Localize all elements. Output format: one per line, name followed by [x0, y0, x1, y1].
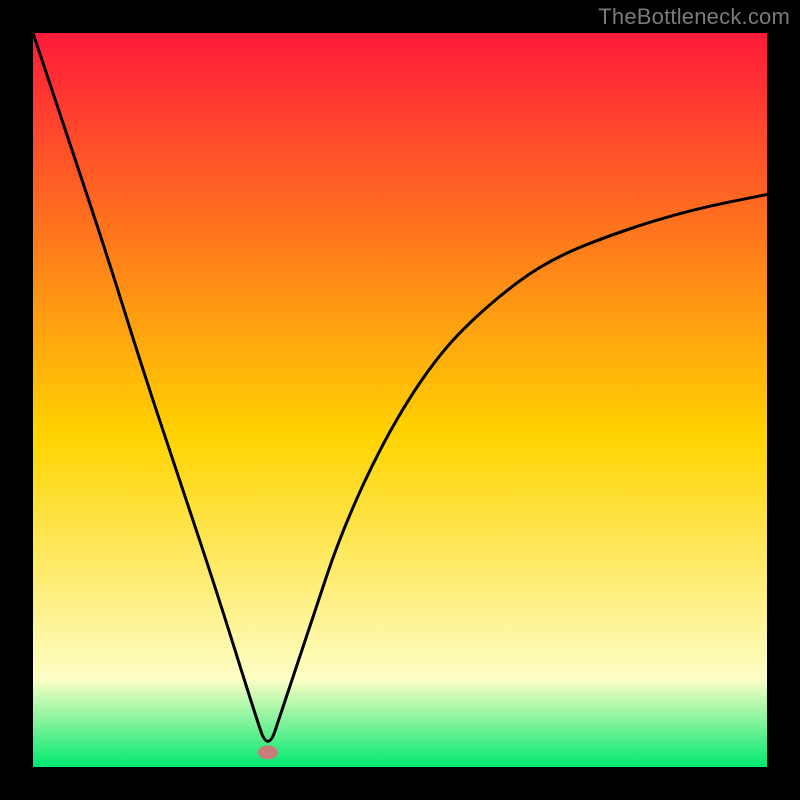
- chart-frame: { "watermark": "TheBottleneck.com", "col…: [0, 0, 800, 800]
- watermark-text: TheBottleneck.com: [598, 4, 790, 30]
- bottleneck-chart: [0, 0, 800, 800]
- minimum-marker: [258, 745, 278, 759]
- plot-background: [33, 33, 767, 767]
